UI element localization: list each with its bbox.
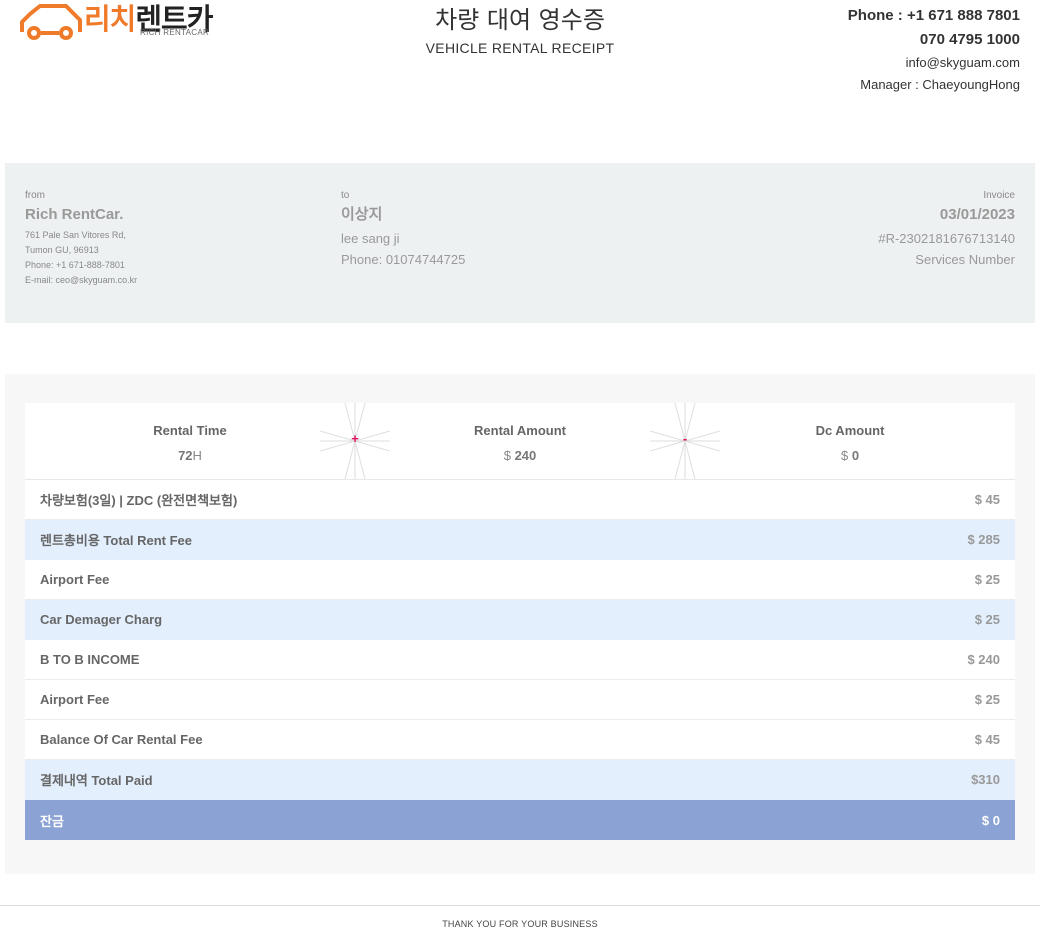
fee-row-total-rent: 렌트총비용 Total Rent Fee $ 285: [25, 520, 1015, 560]
from-email: E-mail: ceo@skyguam.co.kr: [25, 275, 138, 285]
fee-row-label: 렌트총비용 Total Rent Fee: [40, 533, 193, 548]
plus-sign: +: [351, 431, 359, 446]
fee-row-balance: Balance Of Car Rental Fee $ 45: [25, 720, 1015, 760]
fee-row-label: Airport Fee: [40, 692, 110, 707]
contact-phone-primary: Phone : +1 671 888 7801: [847, 7, 1020, 24]
fee-row-label: Balance Of Car Rental Fee: [40, 732, 203, 747]
fee-card: Rental Time 72H + Rental Amount $ 240 - …: [25, 402, 1015, 840]
from-label: from: [25, 190, 45, 201]
fee-row-label: B TO B INCOME: [40, 652, 140, 667]
fee-row-value: $ 45: [974, 732, 1000, 747]
to-label: to: [341, 190, 350, 201]
fee-row-airport: Airport Fee $ 25: [25, 560, 1015, 600]
from-phone: Phone: +1 671-888-7801: [25, 260, 125, 270]
fee-row-label: 잔금: [40, 813, 64, 829]
footer-divider: [0, 905, 1040, 906]
rental-amount-value: $ 240: [503, 448, 537, 463]
company-contact: Phone : +1 671 888 7801 070 4795 1000 in…: [848, 4, 1020, 96]
to-section: to 이상지 lee sang ji Phone: 01074744725: [341, 190, 465, 270]
fee-row-label: Airport Fee: [40, 572, 110, 587]
plus-operator: +: [319, 402, 391, 480]
fee-row-value: $ 45: [974, 492, 1000, 507]
invoice-number: #R-2302181676713140: [878, 231, 1015, 246]
contact-manager: Manager : ChaeyoungHong: [860, 77, 1020, 92]
fee-row-value: $ 25: [974, 612, 1000, 627]
fee-row-airport-2: Airport Fee $ 25: [25, 680, 1015, 720]
invoice-label: Invoice: [983, 190, 1015, 201]
minus-sign: -: [682, 431, 688, 446]
customer-name-korean: 이상지: [341, 206, 383, 223]
fee-panel: Rental Time 72H + Rental Amount $ 240 - …: [5, 374, 1035, 874]
fee-row-label: 결제내역 Total Paid: [40, 773, 153, 788]
fee-row-total-paid: 결제내역 Total Paid $310: [25, 760, 1015, 800]
fee-row-label: 차량보험(3일) | ZDC (완전면책보험): [40, 493, 238, 508]
invoice-date: 03/01/2023: [939, 206, 1015, 223]
fee-row-insurance: 차량보험(3일) | ZDC (완전면책보험) $ 45: [25, 480, 1015, 520]
fee-row-label: Car Demager Charg: [40, 612, 163, 627]
minus-operator: -: [649, 402, 721, 480]
billing-info-band: from Rich RentCar. 761 Pale San Vitores …: [5, 163, 1035, 323]
footer-thank-you: THANK YOU FOR YOUR BUSINESS: [442, 919, 598, 929]
rental-time-value: 72H: [178, 448, 202, 463]
from-company-name: Rich RentCar.: [25, 206, 124, 223]
fee-row-value: $ 25: [974, 692, 1000, 707]
from-address-line1: 761 Pale San Vitores Rd,: [25, 230, 126, 240]
fee-row-value: $ 285: [967, 532, 1000, 547]
invoice-services-number: Services Number: [915, 252, 1015, 267]
dc-amount-value: $ 0: [840, 448, 860, 463]
contact-phone-secondary: 070 4795 1000: [919, 31, 1020, 48]
invoice-section: Invoice 03/01/2023 #R-2302181676713140 S…: [878, 190, 1015, 270]
receipt-header: 리치렌트카 RICH RENTACAR 차량 대여 영수증 VEHICLE RE…: [0, 0, 1040, 100]
rental-amount-label: Rental Amount: [474, 423, 566, 438]
fee-row-car-damage: Car Demager Charg $ 25: [25, 600, 1015, 640]
rental-time-label: Rental Time: [153, 423, 227, 438]
customer-name-english: lee sang ji: [341, 231, 400, 246]
fee-row-value: $310: [971, 772, 1000, 787]
rental-time-summary: Rental Time 72H: [90, 421, 290, 471]
rental-summary: Rental Time 72H + Rental Amount $ 240 - …: [25, 402, 1015, 480]
fee-row-value: $ 25: [974, 572, 1000, 587]
from-section: from Rich RentCar. 761 Pale San Vitores …: [25, 190, 137, 288]
customer-phone: Phone: 01074744725: [341, 252, 466, 267]
fee-row-b2b-income: B TO B INCOME $ 240: [25, 640, 1015, 680]
dc-amount-summary: Dc Amount $ 0: [750, 421, 950, 471]
dc-amount-label: Dc Amount: [815, 423, 885, 438]
fee-rows: 차량보험(3일) | ZDC (완전면책보험) $ 45 렌트총비용 Total…: [25, 480, 1015, 840]
fee-row-value: $ 240: [967, 652, 1000, 667]
fee-row-value: $ 0: [981, 812, 1000, 828]
rental-amount-summary: Rental Amount $ 240: [420, 421, 620, 471]
fee-row-remaining-balance: 잔금 $ 0: [25, 800, 1015, 840]
from-address-line2: Tumon GU, 96913: [25, 245, 99, 255]
contact-email: info@skyguam.com: [905, 55, 1020, 70]
